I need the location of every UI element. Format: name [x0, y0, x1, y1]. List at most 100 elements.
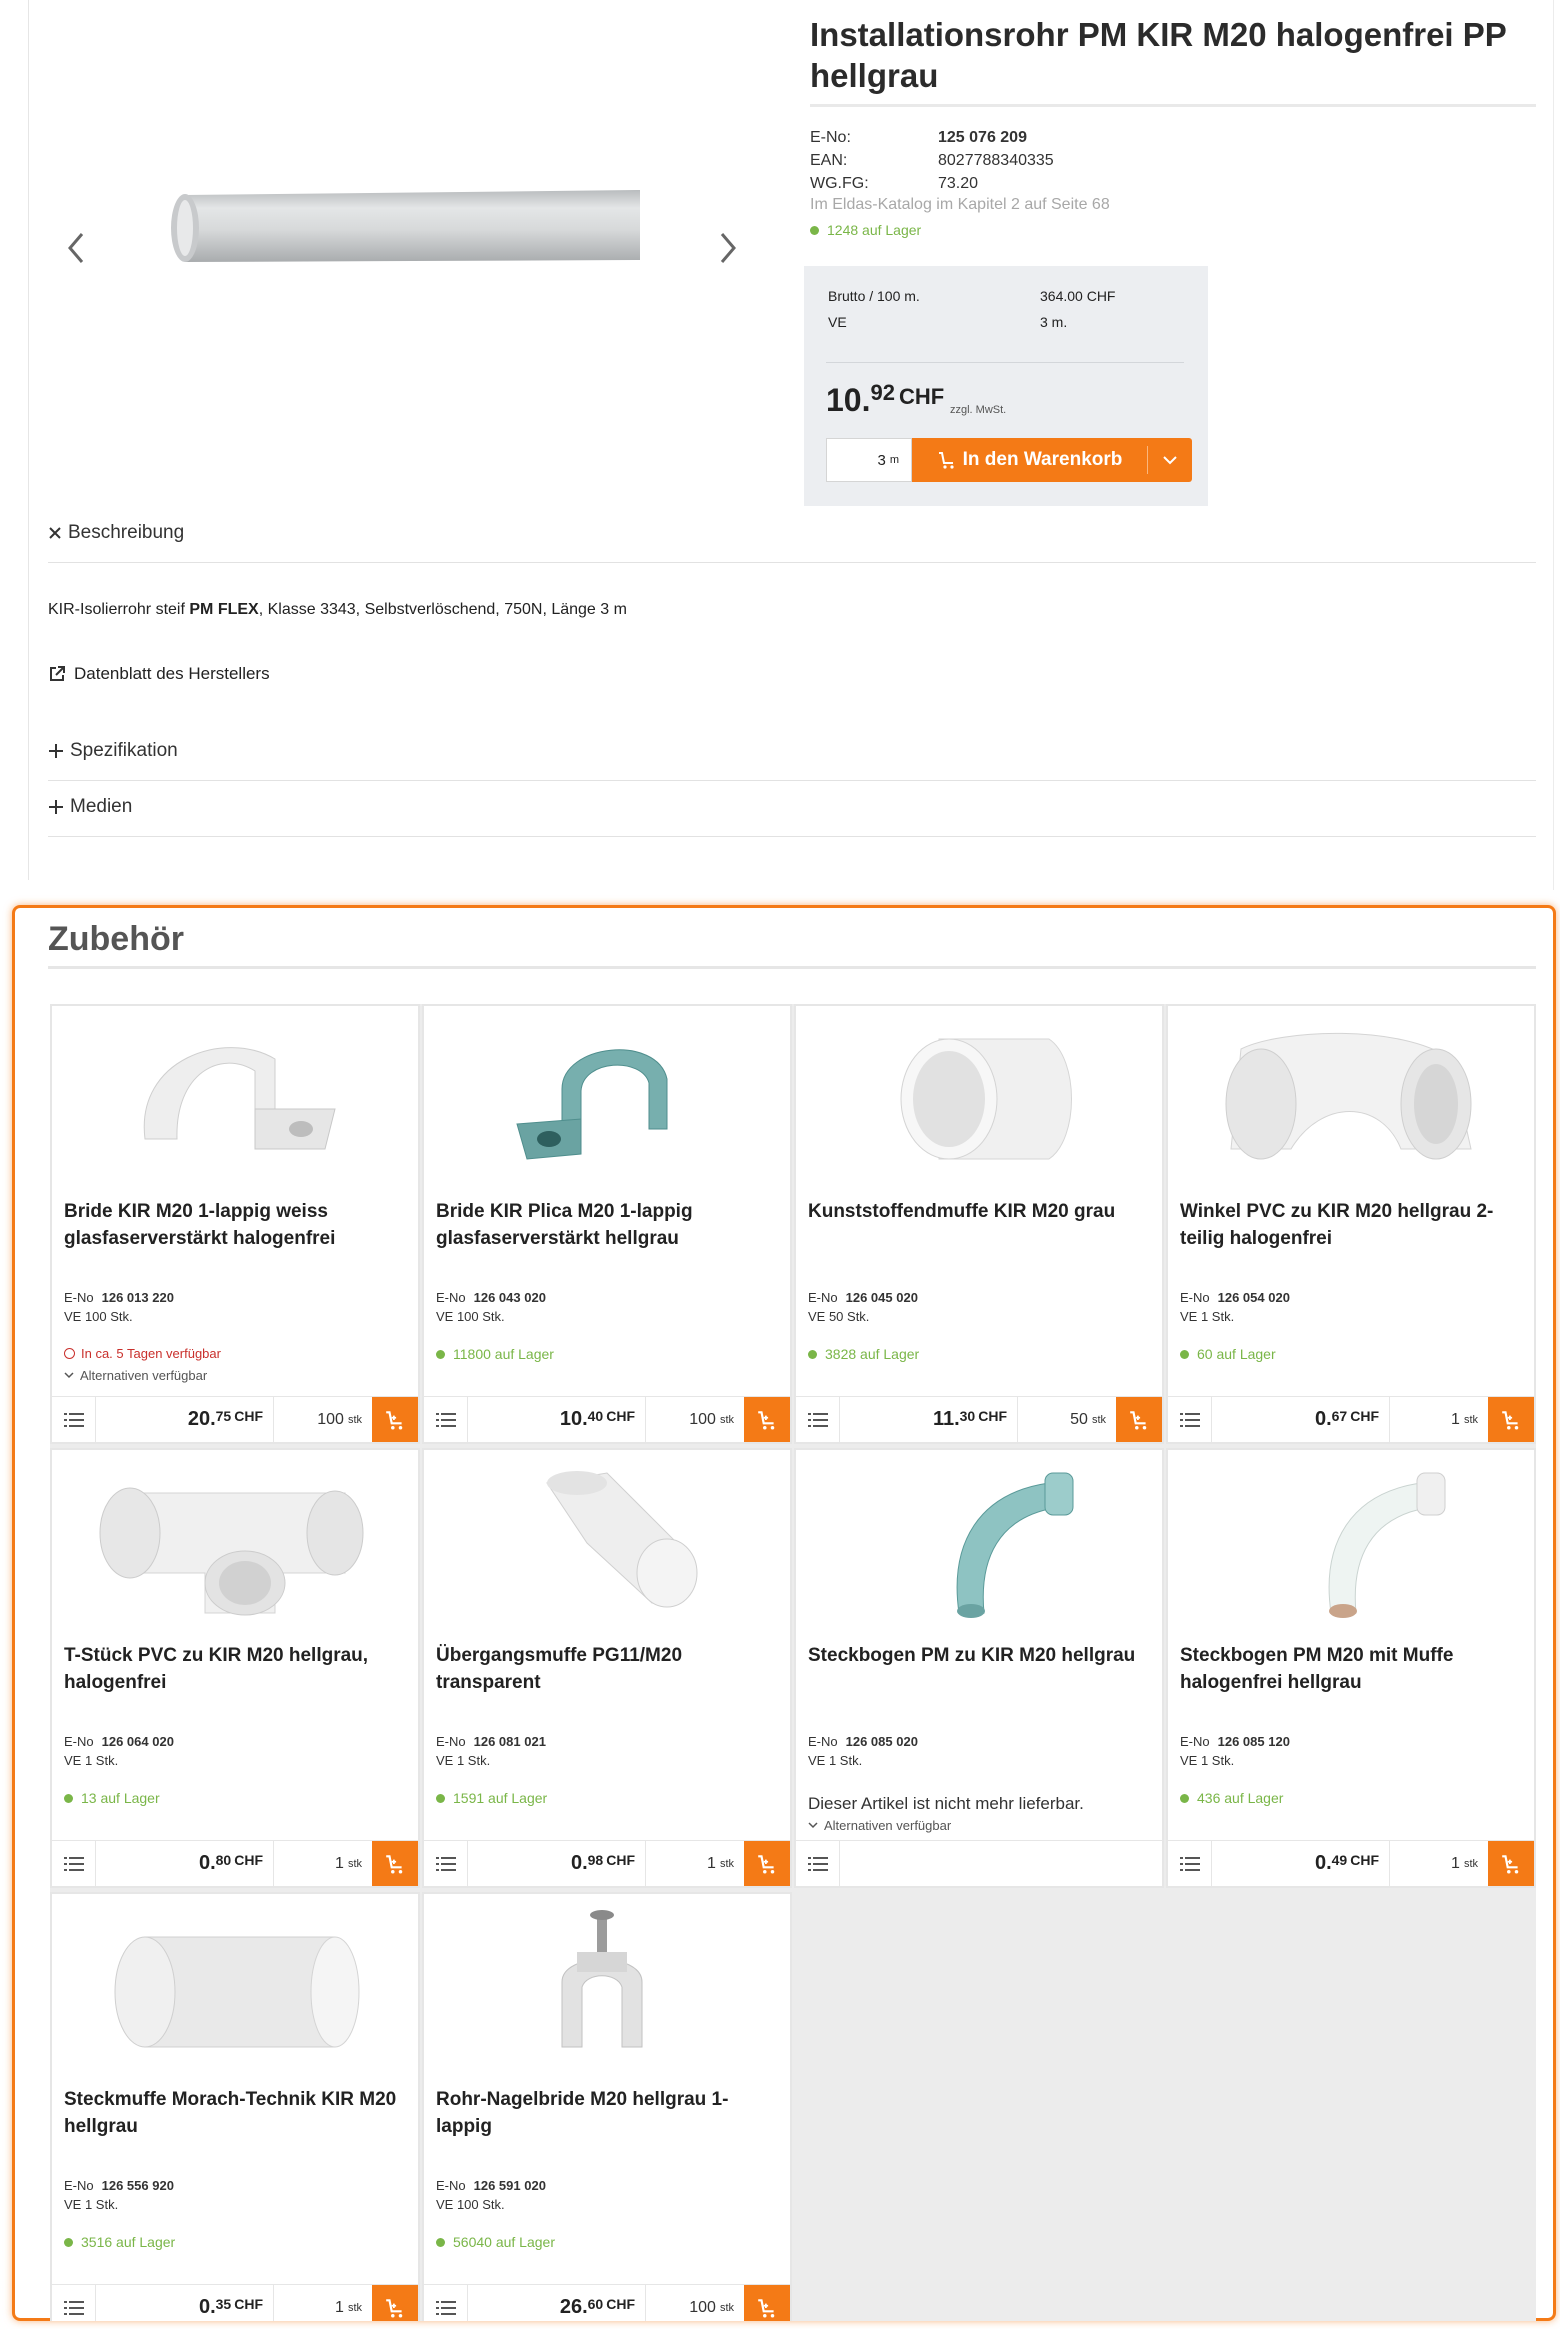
- product-image[interactable]: [424, 1450, 790, 1635]
- quantity-input[interactable]: 100 stk: [646, 1397, 744, 1442]
- cart-icon: [1502, 1854, 1519, 1873]
- product-codes: E-No 126 556 920 VE 1 Stk.: [64, 2178, 174, 2212]
- card-footer: 0. 98 CHF 1 stk: [424, 1840, 790, 1886]
- product-image[interactable]: [1168, 1450, 1534, 1635]
- stock-dot-icon: [64, 1793, 73, 1803]
- add-to-cart-button[interactable]: [1116, 1397, 1162, 1442]
- gallery-next-button[interactable]: [708, 218, 748, 278]
- alternatives-toggle[interactable]: Alternativen verfügbar: [808, 1818, 951, 1833]
- quantity-input[interactable]: 1 stk: [274, 1841, 372, 1886]
- product-name[interactable]: Steckbogen PM M20 mit Muffe halogenfrei …: [1180, 1642, 1525, 1696]
- quantity-input[interactable]: 100 stk: [646, 2285, 744, 2321]
- add-to-list-button[interactable]: [424, 1841, 468, 1886]
- product-image[interactable]: [52, 1006, 418, 1191]
- add-to-cart-button[interactable]: In den Warenkorb: [912, 438, 1192, 482]
- accessories-title: Zubehör: [48, 920, 184, 958]
- add-to-cart-button[interactable]: [1488, 1397, 1534, 1442]
- accessory-card[interactable]: Bride KIR M20 1-lappig weiss glasfaserve…: [50, 1004, 420, 1444]
- add-to-cart-button[interactable]: [1488, 1841, 1534, 1886]
- media-toggle[interactable]: Medien: [48, 796, 132, 818]
- add-to-list-button[interactable]: [1168, 1841, 1212, 1886]
- product-image[interactable]: [424, 1894, 790, 2079]
- add-to-cart-button[interactable]: [372, 1841, 418, 1886]
- meta-value: 8027788340335: [938, 152, 1054, 169]
- quantity-input[interactable]: 100 stk: [274, 1397, 372, 1442]
- product-image[interactable]: [1168, 1006, 1534, 1191]
- cart-icon: [1130, 1410, 1147, 1429]
- product-image[interactable]: [424, 1006, 790, 1191]
- external-link-icon: [50, 666, 65, 681]
- product-name[interactable]: Übergangsmuffe PG11/M20 transparent: [436, 1642, 781, 1696]
- cart-options-dropdown[interactable]: [1148, 455, 1192, 465]
- add-to-cart-button[interactable]: [744, 1841, 790, 1886]
- add-to-list-button[interactable]: [52, 1841, 96, 1886]
- quantity-input[interactable]: 3m: [826, 438, 912, 482]
- quantity-input[interactable]: 1 stk: [1390, 1841, 1488, 1886]
- stock-status: 3516 auf Lager: [64, 2234, 175, 2250]
- product-name[interactable]: Bride KIR Plica M20 1-lappig glasfaserve…: [436, 1198, 781, 1252]
- product-name[interactable]: Bride KIR M20 1-lappig weiss glasfaserve…: [64, 1198, 409, 1252]
- datasheet-link[interactable]: Datenblatt des Herstellers: [48, 664, 270, 684]
- quantity-input[interactable]: 1 stk: [274, 2285, 372, 2321]
- specification-heading: Spezifikation: [70, 740, 178, 761]
- product-image[interactable]: [52, 1894, 418, 2079]
- quantity-input[interactable]: 50 stk: [1018, 1397, 1116, 1442]
- description-divider: [48, 562, 1536, 563]
- add-to-list-button[interactable]: [52, 2285, 96, 2321]
- stock-dot-icon: [436, 1793, 445, 1803]
- product-image[interactable]: [796, 1006, 1162, 1191]
- description-toggle[interactable]: Beschreibung: [48, 522, 184, 544]
- product-name[interactable]: T-Stück PVC zu KIR M20 hellgrau, halogen…: [64, 1642, 409, 1696]
- accessory-card[interactable]: Übergangsmuffe PG11/M20 transparent E-No 1…: [422, 1448, 792, 1888]
- stock-status: 13 auf Lager: [64, 1790, 160, 1806]
- meta-row-ean: EAN: 8027788340335: [810, 149, 1054, 172]
- stock-text: 1248 auf Lager: [827, 222, 922, 238]
- accessory-card[interactable]: Steckbogen PM zu KIR M20 hellgrau E-No 126…: [794, 1448, 1164, 1888]
- product-name[interactable]: Kunststoffendmuffe KIR M20 grau: [808, 1198, 1153, 1225]
- accessory-card[interactable]: Winkel PVC zu KIR M20 hellgrau 2-teilig …: [1166, 1004, 1536, 1444]
- product-image[interactable]: [52, 1450, 418, 1635]
- product-codes: E-No 126 054 020 VE 1 Stk.: [1180, 1290, 1290, 1324]
- accessory-card[interactable]: Bride KIR Plica M20 1-lappig glasfaserve…: [422, 1004, 792, 1444]
- product-name[interactable]: Steckmuffe Morach-Technik KIR M20 hellgr…: [64, 2086, 409, 2140]
- add-to-list-button[interactable]: [52, 1397, 96, 1442]
- vat-note: zzgl. MwSt.: [950, 404, 1007, 416]
- accessory-card[interactable]: Steckbogen PM M20 mit Muffe halogenfrei …: [1166, 1448, 1536, 1888]
- product-codes: E-No 126 013 220 VE 100 Stk.: [64, 1290, 174, 1324]
- add-to-cart-button[interactable]: [744, 1397, 790, 1442]
- stock-status: 60 auf Lager: [1180, 1346, 1276, 1362]
- add-to-list-button[interactable]: [796, 1397, 840, 1442]
- accessory-card[interactable]: Steckmuffe Morach-Technik KIR M20 hellgr…: [50, 1892, 420, 2321]
- stock-dot-icon: [1180, 1349, 1189, 1359]
- product-codes: E-No 126 081 021 VE 1 Stk.: [436, 1734, 546, 1768]
- item-price: 20. 75 CHF: [96, 1397, 274, 1442]
- accessory-card[interactable]: Kunststoffendmuffe KIR M20 grau E-No 126 0…: [794, 1004, 1164, 1444]
- card-footer: 0. 80 CHF 1 stk: [52, 1840, 418, 1886]
- cart-icon: [1502, 1410, 1519, 1429]
- add-to-list-button[interactable]: [424, 2285, 468, 2321]
- product-name[interactable]: Rohr-Nagelbride M20 hellgrau 1-lappig: [436, 2086, 781, 2140]
- add-to-cart-button[interactable]: [372, 1397, 418, 1442]
- add-to-cart-button[interactable]: [744, 2285, 790, 2321]
- product-name[interactable]: Steckbogen PM zu KIR M20 hellgrau: [808, 1642, 1153, 1669]
- product-name[interactable]: Winkel PVC zu KIR M20 hellgrau 2-teilig …: [1180, 1198, 1525, 1252]
- product-image[interactable]: [796, 1450, 1162, 1635]
- add-to-cart-button[interactable]: [372, 2285, 418, 2321]
- accessory-card[interactable]: Rohr-Nagelbride M20 hellgrau 1-lappig E-N…: [422, 1892, 792, 2321]
- list-icon: [63, 2300, 84, 2315]
- card-footer: 0. 35 CHF 1 stk: [52, 2284, 418, 2321]
- add-to-list-button[interactable]: [424, 1397, 468, 1442]
- item-price: 0. 67 CHF: [1212, 1397, 1390, 1442]
- quantity-input[interactable]: 1 stk: [646, 1841, 744, 1886]
- accessory-card[interactable]: T-Stück PVC zu KIR M20 hellgrau, halogen…: [50, 1448, 420, 1888]
- quantity-input[interactable]: 1 stk: [1390, 1397, 1488, 1442]
- add-to-list-button[interactable]: [1168, 1397, 1212, 1442]
- alternatives-toggle[interactable]: Alternativen verfügbar: [64, 1368, 207, 1383]
- add-to-list-button[interactable]: [796, 1841, 840, 1886]
- specification-toggle[interactable]: Spezifikation: [48, 740, 178, 762]
- gallery-prev-button[interactable]: [56, 218, 96, 278]
- item-price: 0. 35 CHF: [96, 2285, 274, 2321]
- product-meta: E-No: 125 076 209 EAN: 8027788340335 WG.FG…: [810, 126, 1054, 195]
- price-divider: [826, 362, 1184, 363]
- product-title: Installationsrohr PM KIR M20 halogenfrei…: [810, 16, 1507, 94]
